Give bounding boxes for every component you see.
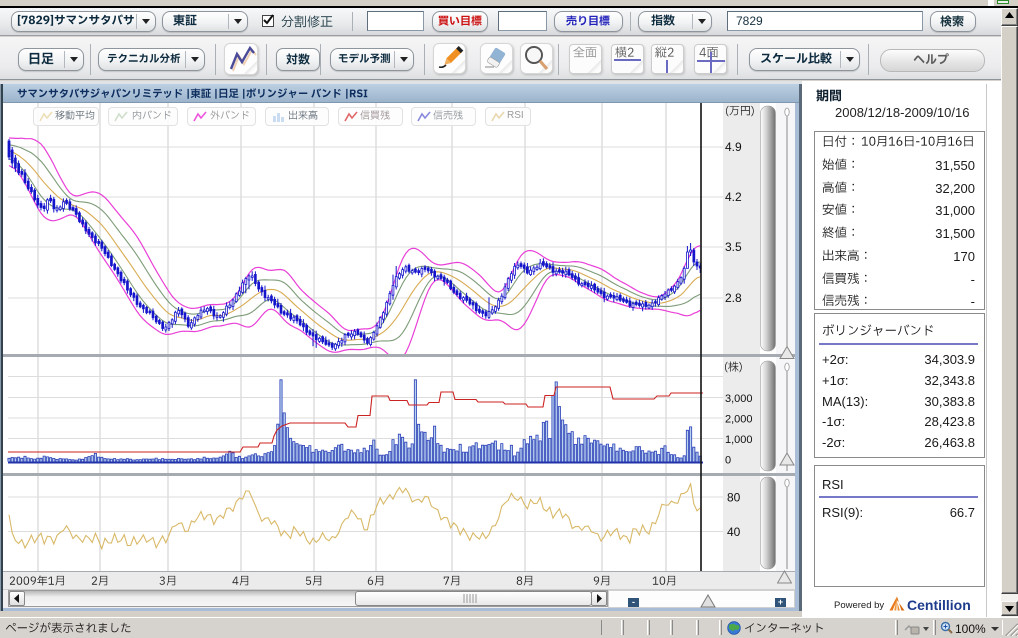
svg-text:40: 40 (727, 525, 741, 539)
svg-text:2.8: 2.8 (725, 291, 742, 305)
svg-text:4.2: 4.2 (725, 190, 742, 204)
svg-text:3,000: 3,000 (725, 393, 753, 405)
svg-text:0: 0 (725, 455, 731, 467)
svg-text:4.9: 4.9 (725, 140, 742, 154)
svg-text:1,000: 1,000 (725, 434, 753, 446)
svg-text:3.5: 3.5 (725, 240, 742, 254)
svg-text:2,000: 2,000 (725, 414, 753, 426)
svg-text:80: 80 (727, 491, 741, 505)
